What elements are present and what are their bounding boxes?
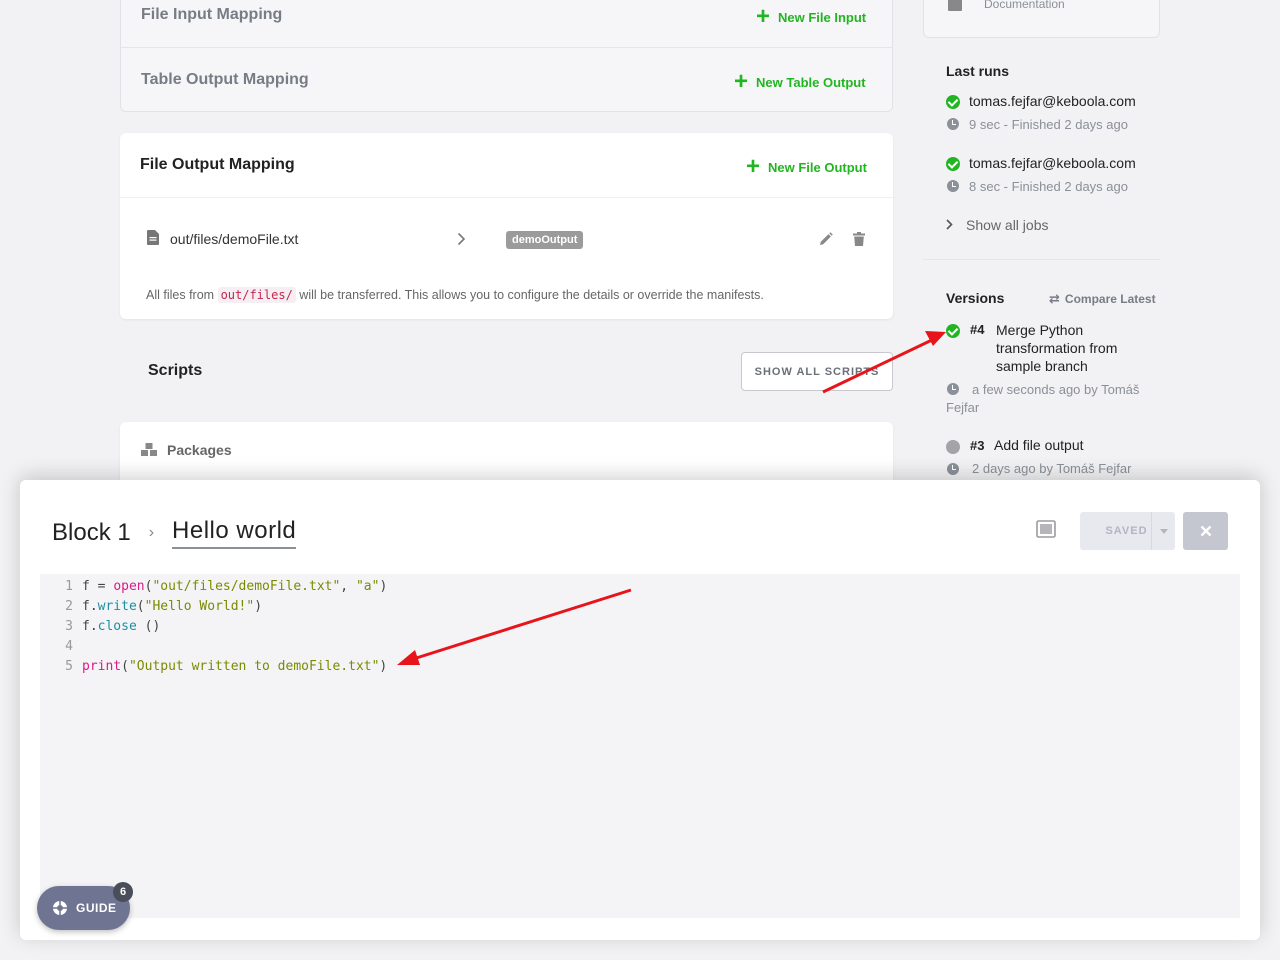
lifebuoy-icon bbox=[53, 901, 67, 915]
annotation-arrow bbox=[397, 588, 632, 665]
annotation-arrow bbox=[822, 331, 946, 394]
guide-label: GUIDE bbox=[76, 901, 117, 915]
guide-count-badge: 6 bbox=[113, 882, 133, 902]
